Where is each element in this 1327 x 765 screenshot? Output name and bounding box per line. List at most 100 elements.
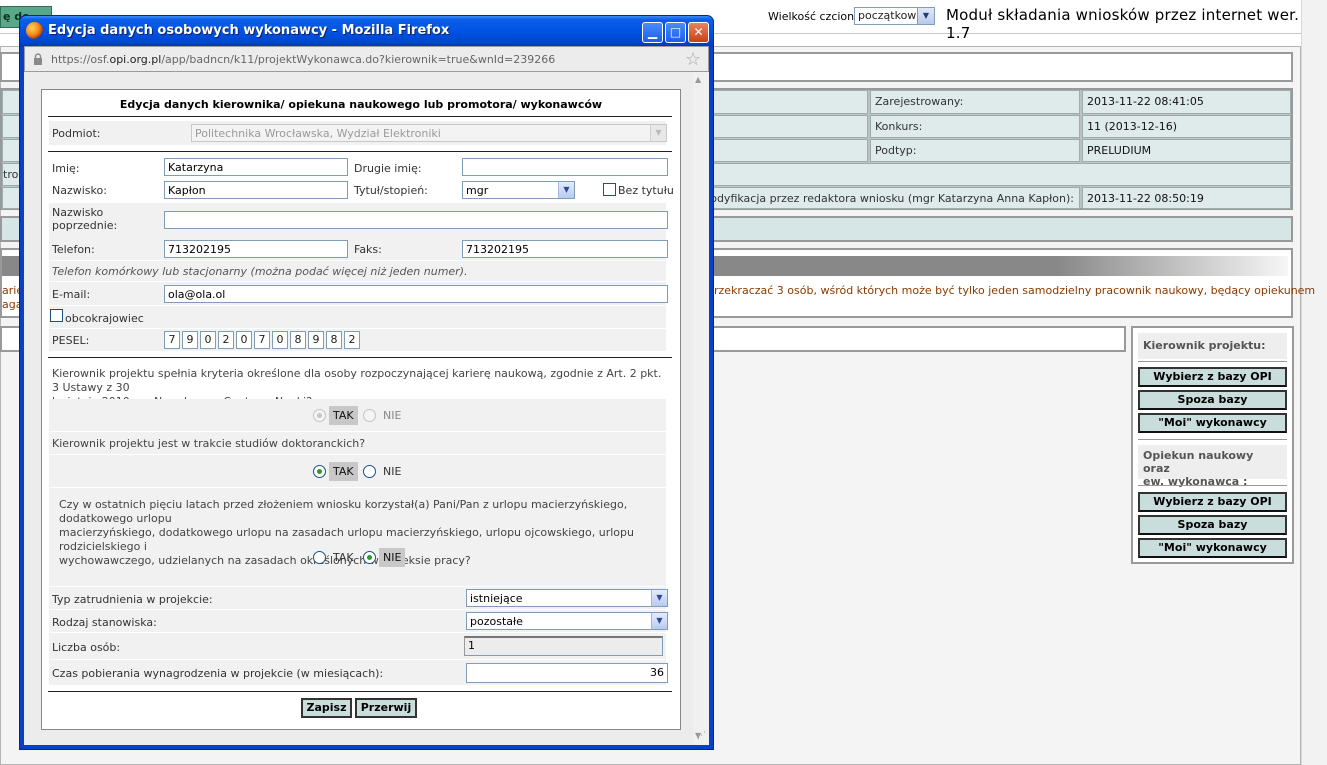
early-career-yes-radio bbox=[313, 409, 326, 422]
opiekun-heading: Opiekun naukowy oraz ew. wykonawca : bbox=[1138, 445, 1287, 488]
leave-no-label[interactable]: NIE bbox=[379, 548, 406, 567]
kierownik-select-opi-button[interactable]: Wybierz z bazy OPI bbox=[1138, 367, 1287, 387]
pesel-digit-input[interactable]: 0 bbox=[200, 331, 216, 349]
nazwisko-poprzednie-label: Nazwisko poprzednie: bbox=[52, 206, 117, 232]
question-text-line: macierzyńskiego, dodatkowego urlopu na z… bbox=[59, 526, 634, 553]
question-early-career-row: Kierownik projektu spełnia kryteria okre… bbox=[49, 362, 666, 408]
drugie-imie-label: Drugie imię: bbox=[354, 162, 422, 175]
obcokrajowiec-label: obcokrajowiec bbox=[65, 312, 144, 325]
doctoral-yes-radio[interactable] bbox=[313, 465, 326, 478]
pesel-digit-input[interactable]: 9 bbox=[308, 331, 324, 349]
minimize-button[interactable]: ▁ bbox=[642, 22, 663, 43]
chevron-down-icon: ▼ bbox=[651, 590, 667, 606]
faks-input[interactable]: 713202195 bbox=[462, 240, 668, 258]
doctoral-no-radio[interactable] bbox=[363, 465, 376, 478]
drugie-imie-input[interactable] bbox=[462, 158, 668, 176]
opiekun-heading-line: Opiekun naukowy oraz bbox=[1143, 449, 1254, 475]
person-edit-form: Edycja danych kierownika/ opiekuna nauko… bbox=[41, 89, 681, 730]
leave-yes-label[interactable]: TAK bbox=[329, 548, 358, 567]
url-path: /app/badncn/k11/projektWykonawca.do?kier… bbox=[161, 53, 556, 66]
czas-input[interactable]: 36 bbox=[466, 663, 668, 683]
typ-zatrudnienia-label: Typ zatrudnienia w projekcie: bbox=[52, 593, 213, 606]
cancel-button[interactable]: Przerwij bbox=[355, 698, 417, 718]
bez-tytulu-label: Bez tytułu bbox=[618, 184, 674, 197]
czas-row: Czas pobierania wynagrodzenia w projekci… bbox=[49, 660, 668, 685]
info-label-contest: Konkurs: bbox=[870, 115, 1080, 138]
url-bar[interactable]: https://osf.opi.org.pl/app/badncn/k11/pr… bbox=[24, 46, 709, 72]
telefon-input[interactable]: 713202195 bbox=[164, 240, 348, 258]
pesel-digit-input[interactable]: 0 bbox=[272, 331, 288, 349]
rodzaj-stanowiska-select[interactable]: pozostałe ▼ bbox=[466, 612, 668, 630]
opiekun-heading-line: ew. wykonawca : bbox=[1143, 475, 1248, 488]
firefox-icon bbox=[26, 22, 43, 39]
info-value-modification: 2013-11-22 08:50:19 bbox=[1082, 187, 1291, 209]
bookmark-star-icon[interactable]: ☆ bbox=[685, 49, 701, 70]
rodzaj-stanowiska-row: Rodzaj stanowiska: pozostałe ▼ bbox=[49, 610, 668, 632]
kierownik-outside-base-button[interactable]: Spoza bazy bbox=[1138, 390, 1287, 410]
font-size-select[interactable]: początkowa ▼ bbox=[854, 7, 935, 25]
podmiot-select: Politechnika Wrocławska, Wydział Elektro… bbox=[191, 124, 667, 142]
chevron-down-icon: ▼ bbox=[558, 182, 574, 198]
window-title-bar[interactable]: Edycja danych osobowych wykonawcy - Mozi… bbox=[20, 16, 713, 46]
opiekun-outside-base-button[interactable]: Spoza bazy bbox=[1138, 515, 1287, 535]
minimize-icon: ▁ bbox=[647, 25, 658, 39]
faks-label: Faks: bbox=[354, 243, 382, 256]
typ-zatrudnienia-select[interactable]: istniejące ▼ bbox=[466, 589, 668, 607]
font-size-label: Wielkość czcionki: bbox=[768, 10, 868, 23]
rodzaj-stanowiska-label: Rodzaj stanowiska: bbox=[52, 616, 157, 629]
imie-input[interactable]: Katarzyna bbox=[164, 158, 348, 176]
nazwisko-poprzednie-label-line: poprzednie: bbox=[52, 219, 118, 232]
maximize-button[interactable]: □ bbox=[665, 22, 686, 43]
email-row: E-mail: ola@ola.ol bbox=[49, 282, 668, 305]
page-scrollbar[interactable] bbox=[1301, 0, 1327, 765]
obcokrajowiec-checkbox[interactable] bbox=[50, 309, 63, 322]
telefon-label: Telefon: bbox=[52, 243, 95, 256]
chevron-down-icon: ▼ bbox=[650, 125, 666, 141]
pesel-digit-input[interactable]: 2 bbox=[344, 331, 360, 349]
bez-tytulu-checkbox[interactable] bbox=[603, 183, 616, 196]
pesel-digit-input[interactable]: 7 bbox=[164, 331, 180, 349]
divider bbox=[1138, 361, 1287, 362]
scroll-up-icon[interactable]: ▲ bbox=[695, 75, 701, 84]
question-early-career-options: TAK NIE bbox=[49, 399, 666, 431]
divider bbox=[48, 116, 672, 117]
pesel-digit-input[interactable]: 9 bbox=[182, 331, 198, 349]
tytul-value: mgr bbox=[466, 184, 489, 197]
divider bbox=[48, 357, 672, 358]
nazwisko-poprzednie-input[interactable] bbox=[164, 211, 668, 229]
nazwisko-input[interactable]: Kapłon bbox=[164, 181, 348, 199]
leave-no-radio[interactable] bbox=[363, 551, 376, 564]
doctoral-yes-label[interactable]: TAK bbox=[329, 462, 358, 481]
early-career-no-radio bbox=[363, 409, 376, 422]
window-scrollbar[interactable]: ▲ ▼ bbox=[693, 72, 709, 745]
early-career-yes-label: TAK bbox=[329, 406, 358, 425]
pesel-digit-input[interactable]: 0 bbox=[236, 331, 252, 349]
resize-grip-icon[interactable]: ⋰ bbox=[697, 732, 709, 745]
email-label: E-mail: bbox=[52, 288, 91, 301]
liczba-osob-row: Liczba osób: 1 bbox=[49, 633, 666, 659]
kierownik-my-executors-button[interactable]: "Moi" wykonawcy bbox=[1138, 413, 1287, 433]
side-panel: Kierownik projektu: Wybierz z bazy OPI S… bbox=[1131, 326, 1294, 564]
nazwisko-poprzednie-row: Nazwisko poprzednie: bbox=[49, 203, 668, 237]
tytul-select[interactable]: mgr ▼ bbox=[462, 181, 575, 199]
pesel-digit-input[interactable]: 8 bbox=[290, 331, 306, 349]
close-button[interactable]: ✕ bbox=[688, 22, 709, 43]
pesel-digit-input[interactable]: 8 bbox=[326, 331, 342, 349]
question-doctoral-text: Kierownik projektu jest w trakcie studió… bbox=[52, 437, 366, 450]
telefon-row: Telefon: 713202195 Faks: 713202195 bbox=[49, 237, 668, 260]
opiekun-select-opi-button[interactable]: Wybierz z bazy OPI bbox=[1138, 492, 1287, 512]
email-input[interactable]: ola@ola.ol bbox=[164, 285, 668, 303]
pesel-digit-input[interactable]: 2 bbox=[218, 331, 234, 349]
leave-yes-radio[interactable] bbox=[313, 551, 326, 564]
question-text-line: Czy w ostatnich pięciu latach przed złoż… bbox=[59, 498, 628, 525]
save-button[interactable]: Zapisz bbox=[301, 698, 352, 718]
rodzaj-stanowiska-value: pozostałe bbox=[470, 615, 523, 628]
info-value-contest: 11 (2013-12-16) bbox=[1082, 115, 1291, 138]
pesel-digit-input[interactable]: 7 bbox=[254, 331, 270, 349]
opiekun-my-executors-button[interactable]: "Moi" wykonawcy bbox=[1138, 538, 1287, 558]
doctoral-no-label[interactable]: NIE bbox=[379, 462, 405, 481]
info-value-subtype: PRELUDIUM bbox=[1082, 139, 1291, 162]
chevron-down-icon: ▼ bbox=[917, 8, 934, 24]
imie-label: Imię: bbox=[52, 162, 80, 175]
url-prefix: https://osf. bbox=[51, 53, 110, 66]
